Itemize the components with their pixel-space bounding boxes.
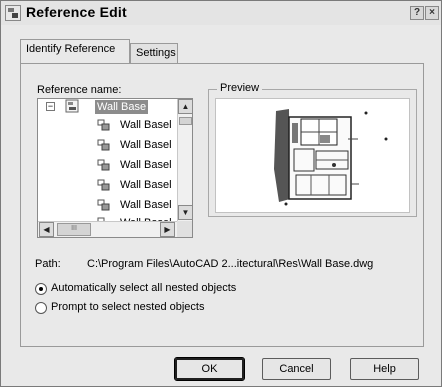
app-icon [5,5,21,21]
drawing-file-icon [65,99,79,113]
preview-legend: Preview [217,82,263,94]
collapse-icon[interactable]: − [46,102,55,111]
scrollbar-corner [177,221,192,237]
window-title: Reference Edit [26,4,127,20]
reference-tree[interactable]: − Wall Base Wall Basel Wall Basel Wall B… [37,98,193,238]
block-reference-icon [97,139,110,151]
reference-name-label: Reference name: [37,84,122,96]
radio-button[interactable] [35,302,47,314]
scroll-left-icon[interactable]: ◀ [39,222,54,237]
block-reference-icon [97,119,110,131]
tree-root-label: Wall Base [95,100,149,114]
close-icon[interactable]: × [425,6,439,20]
block-reference-icon [97,199,110,211]
vertical-scroll-thumb[interactable] [179,117,192,125]
tree-root-item[interactable]: − Wall Base [38,99,178,117]
vertical-scrollbar[interactable]: ▲ ▼ [177,99,192,221]
tree-child-label: Wall Basel [120,199,172,211]
cancel-button[interactable]: Cancel [262,358,331,380]
tree-child-item[interactable]: Wall Basel [38,157,178,175]
auto-select-nested-label[interactable]: Automatically select all nested objects [51,282,236,294]
tree-child-label: Wall Basel [120,159,172,171]
tab-identify-reference[interactable]: Identify Reference [20,39,130,63]
tree-child-label: Wall Basel [120,179,172,191]
tab-settings[interactable]: Settings [130,43,178,63]
scroll-down-icon[interactable]: ▼ [178,205,192,220]
tree-child-item[interactable]: Wall Basel [38,177,178,195]
ok-button[interactable]: OK [174,357,245,381]
tree-child-item[interactable]: Wall Basel [38,137,178,155]
tree-child-item[interactable]: Wall Basel [38,197,178,215]
scroll-up-icon[interactable]: ▲ [178,99,192,114]
scroll-right-icon[interactable]: ▶ [160,222,175,237]
title-bar[interactable]: Reference Edit ? × [1,1,441,25]
reference-edit-dialog: Reference Edit ? × Identify Reference Se… [0,0,442,387]
radio-dot [39,287,43,291]
horizontal-scrollbar[interactable]: ◀ III ▶ [38,221,177,237]
help-button[interactable]: Help [350,358,419,380]
prompt-select-nested-label[interactable]: Prompt to select nested objects [51,301,204,313]
preview-group: Preview [208,82,417,217]
block-reference-icon [97,179,110,191]
floor-plan-thumbnail [216,99,409,212]
radio-button-selected[interactable] [35,283,47,295]
tree-child-label: Wall Basel [120,139,172,151]
tree-child-label: Wall Basel [120,119,172,131]
horizontal-scroll-thumb[interactable]: III [57,223,91,236]
path-value: C:\Program Files\AutoCAD 2...itectural\R… [87,258,374,270]
tree-child-item[interactable]: Wall Basel [38,117,178,135]
preview-image [215,98,410,213]
block-reference-icon [97,159,110,171]
help-icon[interactable]: ? [410,6,424,20]
path-label: Path: [35,258,61,270]
